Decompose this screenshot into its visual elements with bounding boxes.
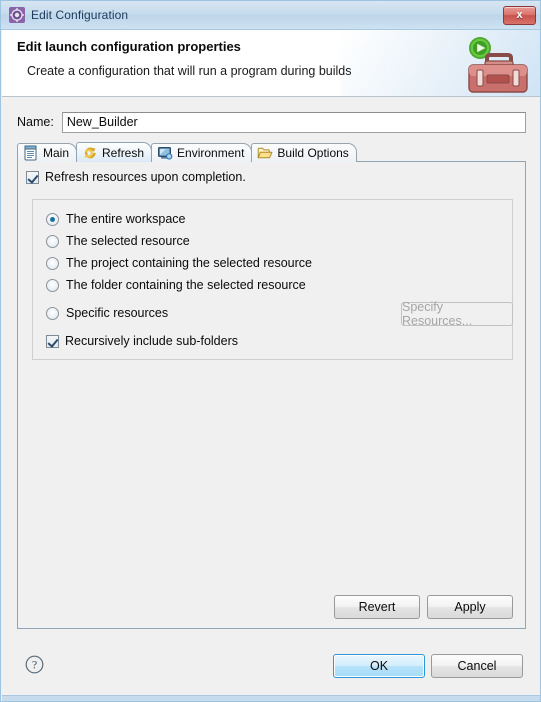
refresh-scope-group: The entire workspace The selected resour… [32, 199, 513, 360]
apply-button[interactable]: Apply [427, 595, 513, 619]
svg-text:?: ? [32, 658, 37, 672]
refresh-icon [82, 145, 98, 161]
cancel-label: Cancel [457, 659, 497, 673]
radio-entire-workspace-label: The entire workspace [66, 212, 186, 226]
title-bar: Edit Configuration x [1, 1, 540, 30]
question-mark-icon[interactable]: ? [25, 655, 44, 674]
radio-indicator [46, 212, 59, 226]
tab-refresh[interactable]: Refresh [76, 142, 153, 162]
tab-refresh-label: Refresh [102, 145, 145, 160]
checkbox-box [26, 170, 39, 184]
radio-entire-workspace[interactable]: The entire workspace [46, 212, 186, 226]
header-banner: Edit launch configuration properties Cre… [2, 30, 540, 97]
radio-selected-resource-label: The selected resource [66, 234, 190, 248]
tab-environment[interactable]: Environment [151, 143, 253, 162]
radio-indicator [46, 306, 59, 320]
close-button[interactable]: x [503, 5, 536, 25]
edit-configuration-dialog: Edit Configuration x Edit launch configu… [0, 0, 541, 702]
banner-title: Edit launch configuration properties [17, 39, 241, 54]
radio-folder-containing-label: The folder containing the selected resou… [66, 278, 306, 292]
radio-selected-resource[interactable]: The selected resource [46, 234, 190, 248]
radio-specific-resources-label: Specific resources [66, 306, 169, 320]
radio-indicator [46, 256, 59, 270]
refresh-on-completion-checkbox[interactable]: Refresh resources upon completion. [26, 170, 246, 184]
tab-environment-label: Environment [177, 146, 245, 160]
radio-indicator [46, 278, 59, 292]
name-input[interactable] [61, 111, 526, 133]
refresh-on-completion-label: Refresh resources upon completion. [45, 170, 246, 184]
radio-project-containing-label: The project containing the selected reso… [66, 256, 312, 270]
environment-icon [157, 145, 173, 161]
radio-indicator [46, 234, 59, 248]
checkbox-box [46, 334, 59, 348]
apply-label: Apply [454, 600, 486, 614]
refresh-tab-panel: Refresh resources upon completion. The e… [17, 161, 526, 629]
radio-specific-resources[interactable]: Specific resources [46, 306, 168, 320]
cancel-button[interactable]: Cancel [431, 654, 523, 678]
document-icon [23, 145, 39, 161]
tab-build-options[interactable]: Build Options [251, 143, 357, 162]
tab-main[interactable]: Main [17, 143, 78, 162]
gear-icon [9, 7, 25, 23]
revert-button[interactable]: Revert [334, 595, 420, 619]
window-title: Edit Configuration [31, 8, 129, 22]
name-label: Name: [17, 115, 54, 129]
specify-resources-label: Specify Resources... [402, 300, 473, 328]
recursive-subfolders-checkbox[interactable]: Recursively include sub-folders [46, 334, 238, 348]
name-row: Name: [17, 111, 526, 133]
tab-strip: Main Refresh Environment Build Options [17, 142, 526, 162]
banner-subtitle: Create a configuration that will run a p… [27, 64, 352, 78]
ok-label: OK [369, 659, 389, 673]
tab-build-options-label: Build Options [277, 146, 349, 160]
radio-project-containing[interactable]: The project containing the selected reso… [46, 256, 312, 270]
specify-resources-button[interactable]: Specify Resources... [401, 300, 513, 328]
window-bottom-strip [2, 695, 540, 701]
tab-main-label: Main [43, 146, 70, 160]
revert-label: Revert [358, 600, 396, 614]
recursive-subfolders-label: Recursively include sub-folders [65, 334, 238, 348]
folder-open-icon [257, 145, 273, 161]
close-icon: x [516, 9, 523, 21]
ok-button[interactable]: OK [333, 654, 425, 678]
toolbox-with-run-icon [457, 34, 529, 96]
radio-folder-containing[interactable]: The folder containing the selected resou… [46, 278, 306, 292]
